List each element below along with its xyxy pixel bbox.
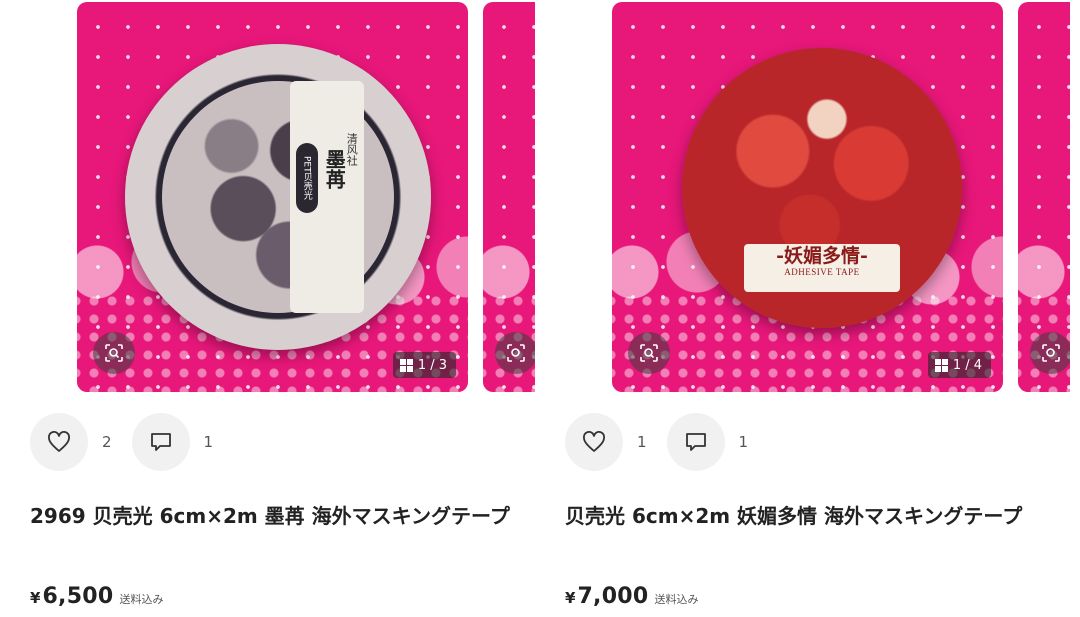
tape-subtitle: ADHESIVE TAPE — [784, 267, 860, 277]
product-price: 7,000 — [577, 584, 649, 609]
image-counter: 1 / 3 — [392, 352, 456, 378]
image-search-button[interactable] — [1030, 332, 1070, 374]
image-counter: 1 / 4 — [927, 352, 991, 378]
image-search-icon — [640, 344, 658, 362]
like-count: 2 — [102, 433, 112, 451]
image-counter-text: 1 / 4 — [952, 357, 982, 373]
comment-icon — [150, 433, 171, 451]
tape-label-band: -妖媚多情- ADHESIVE TAPE — [743, 244, 901, 292]
image-search-button[interactable] — [93, 332, 135, 374]
image-search-button[interactable] — [495, 332, 535, 374]
image-search-icon — [507, 344, 525, 362]
currency-symbol: ¥ — [565, 589, 576, 607]
product-title[interactable]: 2969 贝壳光 6cm×2m 墨苒 海外マスキングテープ — [30, 500, 510, 532]
comment-button[interactable] — [131, 413, 190, 471]
product-card[interactable]: PET贝壳光 墨苒 清风社 1 / 3 2 1 2969 贝壳光 6cm×2m … — [30, 0, 540, 617]
comment-count: 1 — [738, 433, 749, 451]
image-counter-text: 1 / 3 — [417, 357, 447, 373]
like-button[interactable] — [30, 413, 88, 471]
tape-name: -妖媚多情- — [776, 245, 868, 267]
price-row: ¥ 6,500 送料込み — [30, 584, 164, 609]
image-gallery[interactable]: -妖媚多情- ADHESIVE TAPE 1 / 4 — [612, 2, 1070, 392]
product-price: 6,500 — [42, 584, 114, 609]
grid-icon — [399, 358, 413, 372]
action-bar: 1 1 — [565, 413, 768, 471]
shipping-note: 送料込み — [654, 593, 699, 606]
heart-icon — [48, 431, 70, 452]
washi-tape-roll: PET贝壳光 墨苒 清风社 — [125, 44, 431, 350]
currency-symbol: ¥ — [30, 589, 41, 607]
like-button[interactable] — [565, 413, 623, 471]
action-bar: 2 1 — [30, 413, 233, 471]
image-search-button[interactable] — [628, 332, 670, 374]
image-gallery[interactable]: PET贝壳光 墨苒 清风社 1 / 3 — [77, 2, 535, 392]
tape-label-strip: PET贝壳光 墨苒 清风社 — [290, 80, 364, 314]
product-image[interactable]: -妖媚多情- ADHESIVE TAPE 1 / 4 — [612, 2, 1003, 392]
tape-type-label: PET贝壳光 — [296, 142, 319, 213]
comment-count: 1 — [203, 433, 214, 451]
grid-icon — [934, 358, 948, 372]
image-search-icon — [105, 344, 123, 362]
heart-icon — [583, 431, 605, 452]
tape-brand: 清风社 — [345, 132, 359, 166]
washi-tape-roll: -妖媚多情- ADHESIVE TAPE — [682, 48, 962, 328]
product-card[interactable]: -妖媚多情- ADHESIVE TAPE 1 / 4 1 1 贝壳光 6cm×2… — [565, 0, 1075, 617]
next-image-preview[interactable] — [483, 2, 535, 392]
shipping-note: 送料込み — [119, 593, 164, 606]
price-row: ¥ 7,000 送料込み — [565, 584, 699, 609]
product-image[interactable]: PET贝壳光 墨苒 清风社 1 / 3 — [77, 2, 468, 392]
next-image-preview[interactable] — [1018, 2, 1070, 392]
comment-icon — [685, 433, 706, 451]
product-title[interactable]: 贝壳光 6cm×2m 妖媚多情 海外マスキングテープ — [565, 500, 1045, 532]
like-count: 1 — [637, 433, 647, 451]
image-search-icon — [1042, 344, 1060, 362]
comment-button[interactable] — [666, 413, 725, 471]
